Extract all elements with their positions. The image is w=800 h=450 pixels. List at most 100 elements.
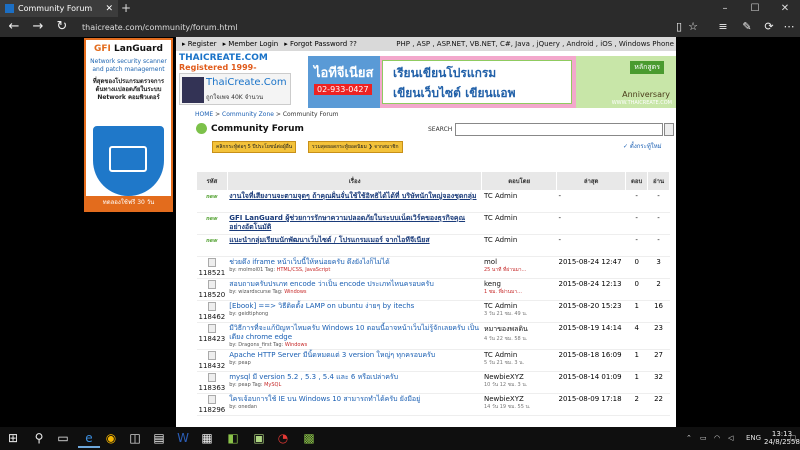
topic-link[interactable]: Apache HTTP Server มีนิ้ดหมดแต่ 3 versio… — [229, 351, 480, 360]
table-row[interactable]: 118296 ใครเจ้อบการใช้ IE บน Windows 10 สา… — [196, 393, 670, 416]
topic-link[interactable]: สอบถามครับปรเภท encode ว่าเป็น encode ปร… — [229, 280, 480, 289]
edge-icon[interactable]: e — [78, 429, 100, 448]
table-row[interactable]: 118363 mysql มี version 5.2 , 5.3 , 5.4 แ… — [196, 371, 670, 394]
breadcrumb-home[interactable]: HOME — [195, 111, 213, 118]
forgot-password-link[interactable]: ▸ Forgot Password ?? — [284, 40, 357, 48]
table-row[interactable]: new แนะนำกลุ่มเรียนนักพัฒนาเว็บไซต์ / โปร… — [196, 234, 670, 257]
file-explorer-icon[interactable]: ▤ — [148, 429, 170, 448]
course-banner[interactable]: ไอทีจีเนียส 02-933-0427 เรียนเขียนโปรแกร… — [308, 56, 676, 108]
reply-author[interactable]: TC Admin — [484, 302, 555, 310]
app-icon-1[interactable]: ▦ — [196, 429, 218, 448]
topic-link[interactable]: แนะนำกลุ่มเรียนนักพัฒนาเว็บไซต์ / โปรแกร… — [229, 236, 480, 245]
cell-last: 2015-08-18 16:09 — [556, 349, 626, 372]
topic-author[interactable]: peap — [238, 360, 251, 366]
best-topics-button[interactable]: รวมสุดยอดกระทู้ยอดนิยม ❯ จากสมาชิก — [308, 141, 403, 153]
browser-tab[interactable]: Community Forum ✕ — [0, 0, 118, 17]
topic-tags[interactable]: HTML/CSS, JavaScript — [277, 267, 331, 273]
topic-tags[interactable]: MySQL — [264, 382, 281, 388]
popular-topics-button[interactable]: คลิกกระทู้ต่อๆ 5 ปีประโยชน์ต่อผู้อื่น — [212, 141, 297, 153]
topic-tags[interactable]: Windows — [284, 289, 306, 295]
table-row[interactable]: 118432 Apache HTTP Server มีนิ้ดหมดแต่ 3 … — [196, 349, 670, 372]
close-window-icon[interactable]: ✕ — [770, 0, 800, 17]
topic-author[interactable]: wizardscurse — [238, 289, 271, 295]
reply-author[interactable]: TC Admin — [484, 192, 555, 200]
topic-link[interactable]: งานใจที่เสียงานจะตามจุดๆ ถ้าคุณฝั่นจั่นใ… — [229, 192, 480, 201]
new-tab-button[interactable]: + — [121, 1, 131, 15]
reply-author[interactable]: TC Admin — [484, 214, 555, 222]
reply-author[interactable]: keng — [484, 280, 555, 288]
topic-link[interactable]: GFI LanGuard ผู้ช่วยการรักษาความปลอดภัยใ… — [229, 214, 480, 232]
topic-link[interactable]: มีวิธีการที่จะแก้ปัญหาไหมครับ Windows 10… — [229, 324, 480, 342]
app-icon-4[interactable]: ◔ — [272, 429, 294, 448]
start-button[interactable]: ⊞ — [2, 429, 24, 448]
facebook-like-box[interactable]: ThaiCreate.Com ถูกใจเพจ 40K จำนวน — [179, 73, 291, 105]
reply-author[interactable]: TC Admin — [484, 351, 555, 359]
new-badge: new — [206, 216, 218, 222]
reply-author[interactable]: TC Admin — [484, 236, 555, 244]
language-indicator[interactable]: ENG — [746, 427, 761, 450]
url-field[interactable]: thaicreate.com/community/forum.html — [82, 21, 662, 34]
new-badge: new — [206, 238, 218, 244]
web-note-icon[interactable]: ✎ — [736, 17, 758, 37]
maximize-icon[interactable]: ☐ — [740, 0, 770, 17]
cell-topic: ใครเจ้อบการใช้ IE บน Windows 10 สามารถทำ… — [227, 393, 482, 416]
app-icon-3[interactable]: ▣ — [248, 429, 270, 448]
new-topic-link[interactable]: ✓ ตั้งกระทู้ใหม่ — [623, 141, 662, 151]
register-link[interactable]: ▸ Register — [182, 40, 217, 48]
table-row[interactable]: 118423 มีวิธีการที่จะแก้ปัญหาไหมครับ Wind… — [196, 322, 670, 350]
app-icon-2[interactable]: ◧ — [222, 429, 244, 448]
topic-link[interactable]: ใครเจ้อบการใช้ IE บน Windows 10 สามารถทำ… — [229, 395, 480, 404]
volume-icon[interactable]: ◁ — [728, 427, 733, 450]
topic-author[interactable]: molmol01 — [238, 267, 263, 273]
topic-tags[interactable]: Windows — [285, 342, 307, 348]
cell-view: 22 — [647, 393, 670, 416]
topic-doc-icon — [207, 373, 216, 382]
more-icon[interactable]: ⋯ — [778, 17, 800, 37]
tray-chevron-icon[interactable]: ⌃ — [686, 427, 692, 450]
topic-author[interactable]: peap — [238, 382, 251, 388]
breadcrumb-zone[interactable]: Community Zone — [222, 111, 274, 118]
topic-link[interactable]: ช่วยดึง iframe หน้าเว็บนี้ให้หน่อยครับ ด… — [229, 258, 480, 267]
minimize-icon[interactable]: – — [710, 0, 740, 17]
reply-author[interactable]: หมาของพลดิน — [484, 324, 555, 335]
notification-icon[interactable]: ▢ — [790, 427, 797, 450]
close-tab-icon[interactable]: ✕ — [105, 4, 113, 14]
topic-author[interactable]: onedan — [238, 404, 257, 410]
login-link[interactable]: ▸ Member Login — [223, 40, 279, 48]
table-row[interactable]: new GFI LanGuard ผู้ช่วยการรักษาความปลอดภ… — [196, 212, 670, 235]
address-bar: ← → ↻ thaicreate.com/community/forum.htm… — [0, 17, 800, 37]
back-button[interactable]: ← — [2, 17, 26, 37]
hub-icon[interactable]: ≡ — [712, 17, 734, 37]
gfi-ad-banner[interactable]: GFI LanGuard Network security scanner an… — [84, 38, 173, 212]
battery-icon[interactable]: ▭ — [700, 427, 707, 450]
table-row[interactable]: new งานใจที่เสียงานจะตามจุดๆ ถ้าคุณฝั่นจั… — [196, 190, 670, 213]
topic-author[interactable]: geidtiphong — [238, 311, 268, 317]
topic-link[interactable]: [Ebook] ==> วิธีติดตั้ง LAMP on ubuntu ง… — [229, 302, 480, 311]
reply-author[interactable]: NewbieXYZ — [484, 395, 555, 403]
forward-button[interactable]: → — [26, 17, 50, 37]
table-row[interactable]: 118462 [Ebook] ==> วิธีติดตั้ง LAMP on ub… — [196, 300, 670, 323]
ad-trial-button[interactable]: ทดลองใช้ฟรี 30 วัน — [86, 196, 171, 210]
reply-author[interactable]: NewbieXYZ — [484, 373, 555, 381]
tech-links[interactable]: PHP , ASP , ASP.NET, VB.NET, C#, Java , … — [396, 37, 674, 51]
topic-author[interactable]: Dragons_first — [238, 342, 271, 348]
table-row[interactable]: 118521 ช่วยดึง iframe หน้าเว็บนี้ให้หน่อย… — [196, 256, 670, 279]
shield-icon — [93, 126, 164, 196]
share-icon[interactable]: ⟳ — [758, 17, 780, 37]
network-icon[interactable]: ◠ — [714, 427, 720, 450]
refresh-button[interactable]: ↻ — [50, 17, 74, 37]
favorite-star-icon[interactable]: ☆ — [682, 17, 704, 37]
word-icon[interactable]: W — [172, 429, 194, 448]
search-input[interactable] — [455, 123, 664, 136]
search-icon[interactable]: ⚲ — [28, 429, 50, 448]
table-row[interactable]: 118520 สอบถามครับปรเภท encode ว่าเป็น enc… — [196, 278, 670, 301]
search-button[interactable] — [664, 123, 674, 136]
store-icon[interactable]: ◫ — [124, 429, 146, 448]
task-view-icon[interactable]: ▭ — [52, 429, 74, 448]
cell-last: - — [556, 190, 626, 213]
topic-id: 118462 — [198, 313, 226, 321]
topic-link[interactable]: mysql มี version 5.2 , 5.3 , 5.4 และ 6 ห… — [229, 373, 480, 382]
app-icon-5[interactable]: ▩ — [298, 429, 320, 448]
reply-author[interactable]: mol — [484, 258, 555, 266]
chrome-icon[interactable]: ◉ — [100, 429, 122, 448]
